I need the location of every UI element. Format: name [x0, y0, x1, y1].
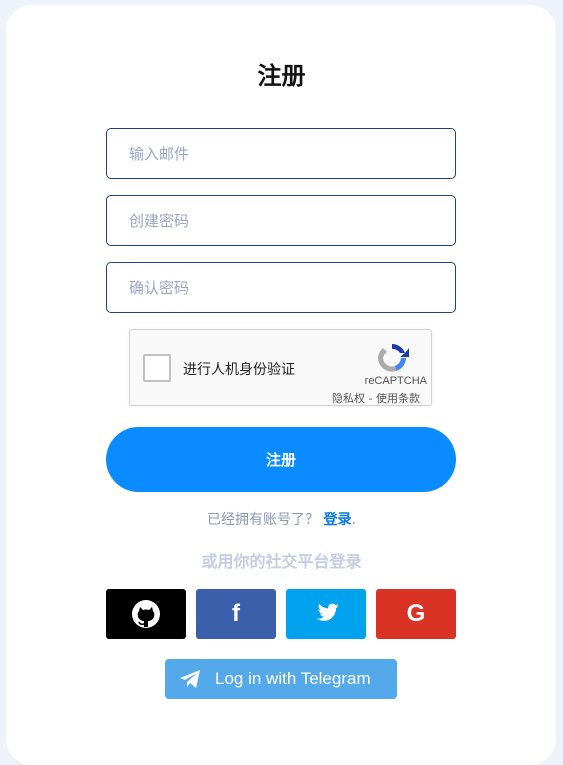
twitter-login-button[interactable] [286, 589, 366, 639]
facebook-login-button[interactable]: f [196, 589, 276, 639]
github-login-button[interactable] [106, 589, 186, 639]
recaptcha-terms-links[interactable]: 隐私权 - 使用条款 [332, 390, 420, 406]
telegram-login-label: Log in with Telegram [215, 669, 371, 688]
email-field[interactable] [106, 128, 456, 179]
register-button[interactable]: 注册 [106, 427, 456, 492]
login-link[interactable]: 登录 [324, 512, 352, 528]
google-icon: G [406, 600, 426, 627]
recaptcha-widget: 进行人机身份验证 reCAPTCHA 隐私权 - 使用条款 [129, 329, 432, 406]
page-title: 注册 [257, 62, 306, 90]
recaptcha-icon [378, 344, 409, 372]
telegram-login-button[interactable]: Log in with Telegram [165, 659, 397, 699]
recaptcha-checkbox[interactable] [143, 354, 171, 382]
password-field[interactable] [106, 195, 456, 246]
google-login-button[interactable]: G [376, 589, 456, 639]
recaptcha-label: 进行人机身份验证 [183, 362, 295, 378]
github-icon [132, 600, 160, 628]
facebook-icon: f [232, 600, 240, 627]
login-trailing: . [351, 512, 356, 528]
twitter-icon [316, 603, 339, 621]
social-login-title: 或用你的社交平台登录 [201, 552, 362, 571]
recaptcha-brand: reCAPTCHA [364, 375, 427, 387]
login-prompt-text: 已经拥有账号了？ [207, 512, 320, 528]
confirm-password-field[interactable] [106, 262, 456, 313]
telegram-icon [180, 670, 200, 688]
login-prompt: 已经拥有账号了？ 登录. [0, 509, 563, 529]
